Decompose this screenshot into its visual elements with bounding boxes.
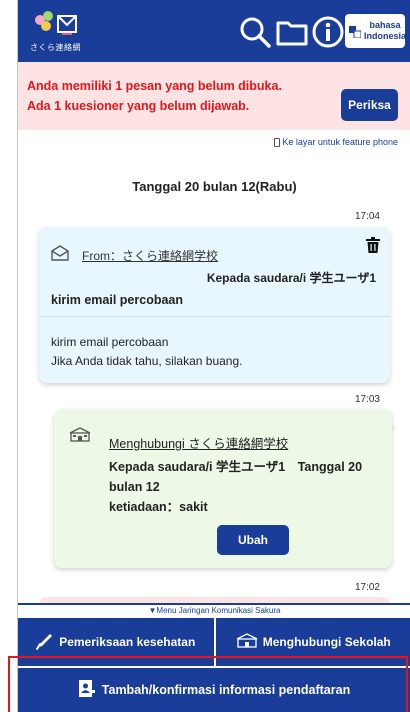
contact-school-button[interactable]: Menghubungi Sekolah: [213, 618, 410, 666]
registration-button[interactable]: Tambah/konfirmasi informasi pendaftaran: [18, 666, 410, 712]
message-body-line-1: kirim email percobaan: [51, 335, 169, 349]
contact-link[interactable]: Menghubungi さくら連絡網学校: [109, 433, 288, 452]
message-body-line-2: Jika Anda tidak tahu, silakan buang.: [51, 354, 243, 368]
envelope-icon: [51, 245, 69, 261]
recipient-text: Kepada saudara/i 学生ユーザ1: [206, 271, 376, 285]
health-check-button[interactable]: Pemeriksaan kesehatan: [18, 618, 214, 666]
language-line-1: bahasa: [369, 20, 401, 30]
date-heading: Tanggal 20 bulan 12(Rabu): [132, 179, 297, 194]
edit-button[interactable]: Ubah: [217, 525, 289, 555]
menu-row: Pemeriksaan kesehatan Menghubungi Sekola…: [18, 618, 410, 666]
contact-school-label: Menghubungi Sekolah: [262, 635, 391, 649]
app-header: さくら連絡網 bahasa Indonesia: [18, 0, 410, 62]
mobile-phone-icon: [274, 137, 281, 147]
search-icon[interactable]: [237, 14, 273, 50]
logo-text: さくら連絡網: [30, 43, 81, 52]
sender-link[interactable]: From：さくら連絡網学校: [82, 247, 218, 264]
registration-label: Tambah/konfirmasi informasi pendaftaran: [101, 683, 351, 697]
message-subject: kirim email percobaan: [51, 293, 184, 307]
feature-phone-link[interactable]: Ke layar untuk feature phone: [274, 137, 398, 147]
contact-body: Kepada saudara/i 学生ユーザ1 Tanggal 20 bulan…: [109, 457, 385, 517]
info-icon[interactable]: [310, 14, 346, 50]
app-screen: さくら連絡網 bahasa Indonesia Anda memiliki 1 …: [17, 0, 410, 712]
feature-phone-label: Ke layar untuk feature phone: [282, 137, 398, 147]
message-body: kirim email percobaan Jika Anda tidak ta…: [51, 333, 242, 371]
notice-line-2: Ada 1 kuesioner yang belum dijawab.: [27, 99, 250, 113]
menu-label[interactable]: ▼Menu Jaringan Komunikasi Sakura: [18, 603, 410, 618]
translate-icon: [349, 25, 362, 39]
language-label: bahasa Indonesia: [364, 20, 406, 42]
trash-icon[interactable]: [366, 237, 380, 253]
school-icon: [69, 427, 91, 442]
contact-body-line-1: Kepada saudara/i 学生ユーザ1 Tanggal 20 bulan…: [109, 460, 363, 494]
id-card-icon: [78, 680, 95, 700]
school-icon: [236, 633, 258, 651]
language-line-2: Indonesia: [364, 31, 407, 41]
thermometer-icon: [36, 632, 54, 653]
health-check-label: Pemeriksaan kesehatan: [59, 635, 196, 649]
contact-body-line-2: ketiadaan：sakit: [109, 500, 208, 514]
notice-text: Anda memiliki 1 pesan yang belum dibuka.…: [27, 76, 282, 116]
message-time: 17:04: [354, 211, 380, 222]
message-time: 17:02: [354, 582, 380, 593]
divider: [39, 316, 390, 317]
language-button[interactable]: bahasa Indonesia: [345, 14, 406, 48]
notice-line-1: Anda memiliki 1 pesan yang belum dibuka.: [27, 79, 282, 93]
check-button[interactable]: Periksa: [341, 89, 398, 121]
message-time: 17:03: [354, 394, 380, 405]
email-message-card[interactable]: From：さくら連絡網学校 Kepada saudara/i 学生ユーザ1 ki…: [39, 227, 390, 383]
contact-message-card[interactable]: Menghubungi さくら連絡網学校 Kepada saudara/i 学生…: [54, 409, 392, 568]
folder-icon[interactable]: [274, 14, 310, 50]
